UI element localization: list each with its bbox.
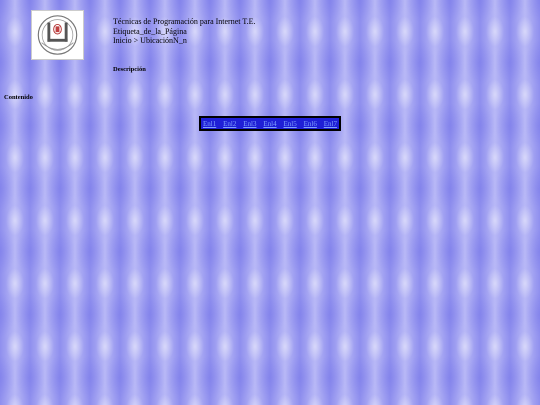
nav-link-4[interactable]: Enl4 bbox=[263, 120, 276, 128]
description-heading: Descripción bbox=[113, 66, 146, 73]
nav-link-6[interactable]: Enl6 bbox=[304, 120, 317, 128]
nav-link-7[interactable]: Enl7 bbox=[324, 120, 337, 128]
course-title: Técnicas de Programación para Internet T… bbox=[113, 17, 256, 26]
page-label: Etiqueta_de_la_Página bbox=[113, 26, 187, 36]
nav-link-3[interactable]: Enl3 bbox=[243, 120, 256, 128]
nav-bar: Enl1 Enl2 Enl3 Enl4 Enl5 Enl6 Enl7 bbox=[199, 116, 341, 131]
seal-icon bbox=[37, 15, 78, 55]
breadcrumb: Inicio > UbicaciónN_n bbox=[113, 36, 187, 45]
content-heading: Contenido bbox=[4, 94, 33, 101]
nav-link-2[interactable]: Enl2 bbox=[223, 120, 236, 128]
university-logo bbox=[31, 10, 84, 60]
nav-link-1[interactable]: Enl1 bbox=[203, 120, 216, 128]
nav-link-5[interactable]: Enl5 bbox=[284, 120, 297, 128]
nav-bar-inner: Enl1 Enl2 Enl3 Enl4 Enl5 Enl6 Enl7 bbox=[201, 118, 339, 129]
header-text: Técnicas de Programación para Internet T… bbox=[113, 17, 256, 46]
